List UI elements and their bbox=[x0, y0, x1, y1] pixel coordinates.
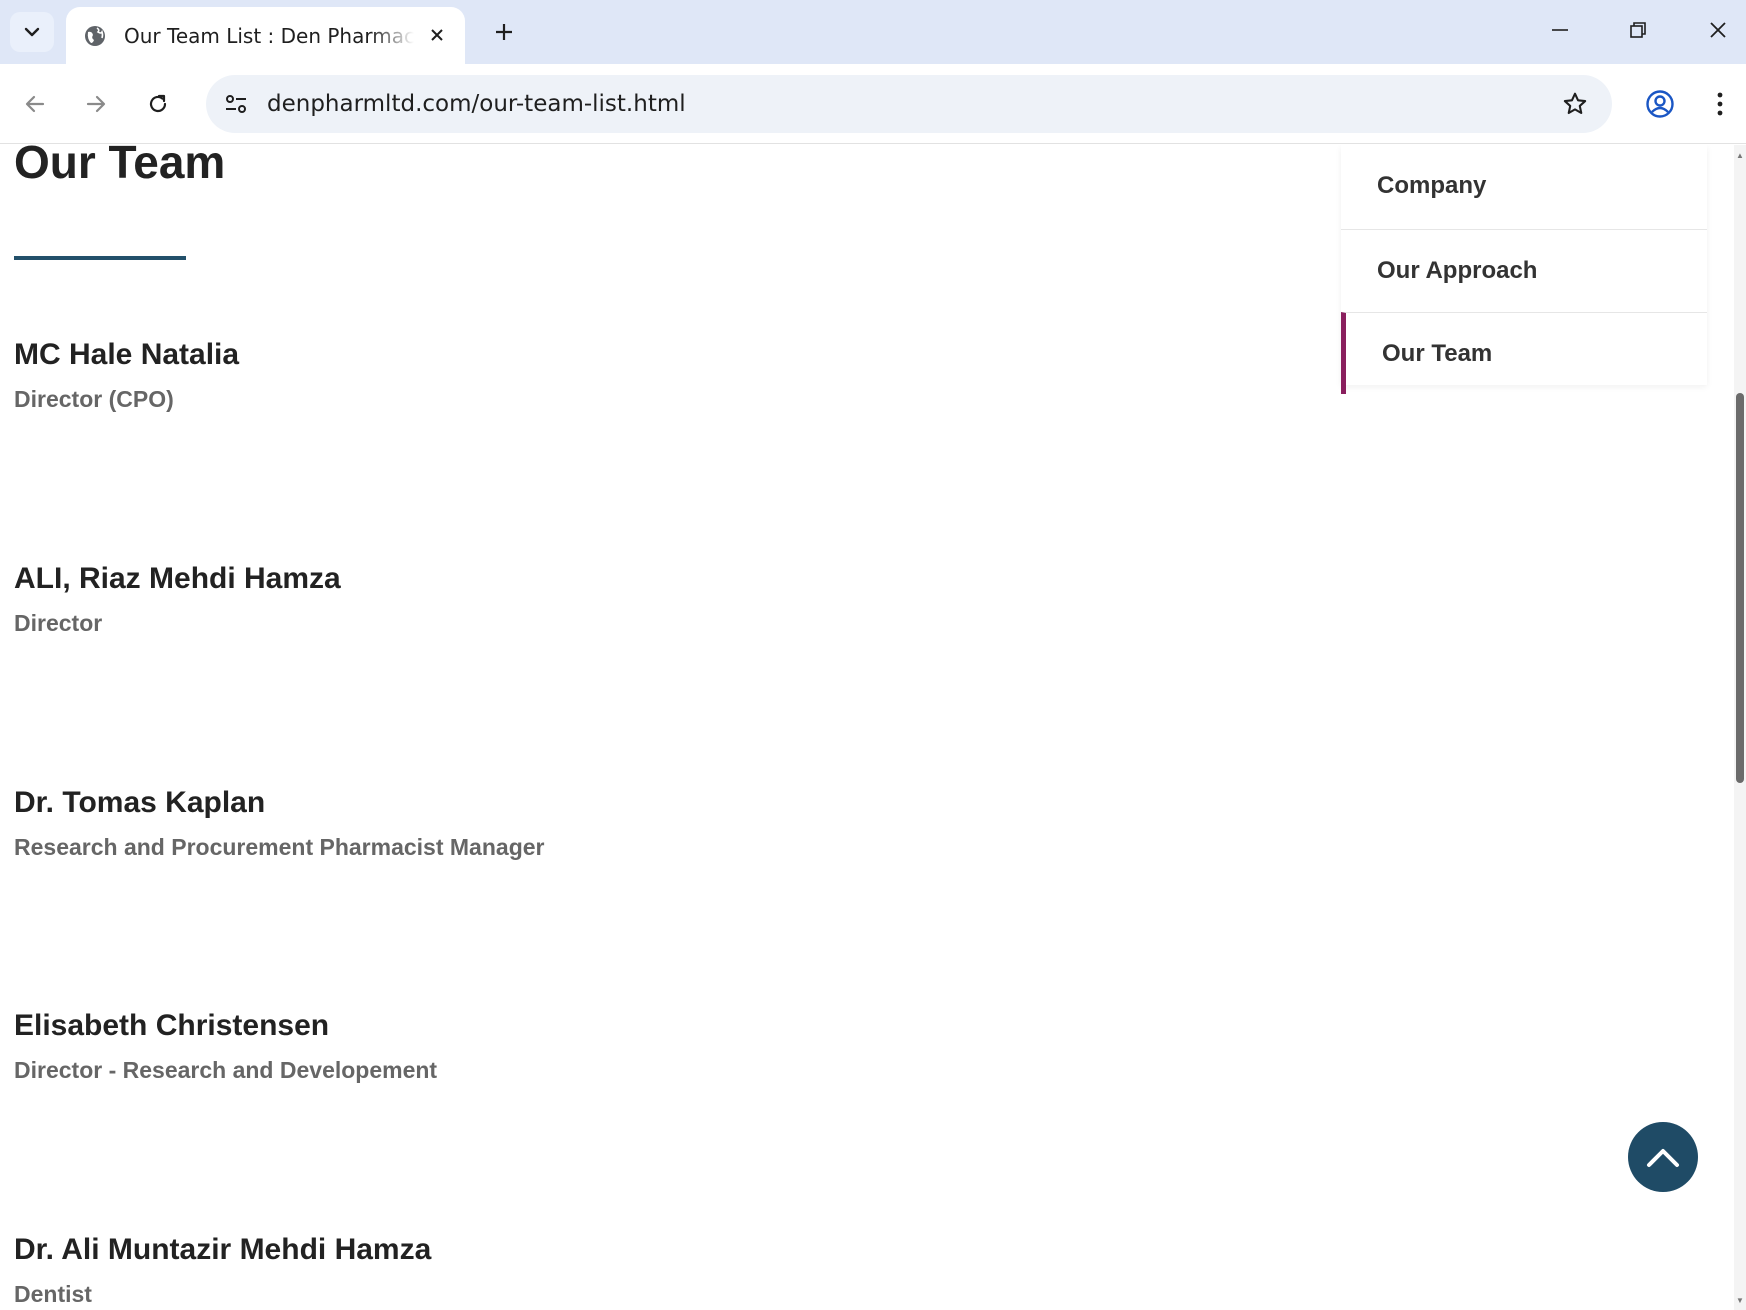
team-member: Dr. Tomas Kaplan Research and Procuremen… bbox=[14, 786, 544, 861]
sidebar-item-our-team[interactable]: Our Team bbox=[1341, 312, 1707, 394]
sidebar-item-our-approach[interactable]: Our Approach bbox=[1341, 229, 1707, 311]
tab-search-button[interactable] bbox=[10, 12, 54, 52]
tab-title: Our Team List : Den Pharmaceuticals bbox=[124, 23, 414, 48]
page-title: Our Team bbox=[14, 145, 226, 188]
chevron-up-icon bbox=[1647, 1149, 1679, 1167]
browser-toolbar: denpharmltd.com/our-team-list.html bbox=[0, 64, 1746, 144]
scroll-up-arrow-icon[interactable]: ▲ bbox=[1734, 151, 1746, 161]
member-role: Director bbox=[14, 610, 103, 636]
team-member: ALI, Riaz Mehdi Hamza Director bbox=[14, 562, 341, 637]
member-name: MC Hale Natalia bbox=[14, 338, 240, 371]
arrow-left-icon bbox=[25, 95, 45, 113]
title-underline bbox=[14, 256, 186, 260]
member-role: Director - Research and Developement bbox=[14, 1057, 438, 1083]
more-vertical-icon bbox=[1717, 92, 1723, 116]
team-member: Dr. Ali Muntazir Mehdi Hamza Dentist bbox=[14, 1233, 431, 1308]
member-name: Elisabeth Christensen bbox=[14, 1009, 330, 1042]
sidebar-item-company[interactable]: Company bbox=[1341, 145, 1707, 227]
url-text: denpharmltd.com/our-team-list.html bbox=[267, 91, 686, 117]
member-name: ALI, Riaz Mehdi Hamza bbox=[14, 562, 341, 595]
close-tab-icon[interactable] bbox=[423, 21, 451, 49]
page-viewport: Our Team MC Hale Natalia Director (CPO) … bbox=[0, 145, 1746, 1310]
scrollbar-thumb[interactable] bbox=[1736, 393, 1744, 783]
member-role: Dentist bbox=[14, 1281, 92, 1307]
profile-icon bbox=[1646, 90, 1674, 118]
about-sidebar-nav: Company Our Approach Our Team bbox=[1341, 145, 1707, 394]
globe-icon bbox=[82, 23, 108, 49]
back-to-top-button[interactable] bbox=[1628, 1122, 1698, 1192]
bookmark-star-icon[interactable] bbox=[1560, 89, 1590, 119]
minimize-icon bbox=[1552, 29, 1568, 31]
member-role: Director (CPO) bbox=[14, 386, 174, 412]
profile-button[interactable] bbox=[1640, 84, 1680, 124]
close-window-button[interactable] bbox=[1690, 8, 1746, 52]
member-name: Dr. Ali Muntazir Mehdi Hamza bbox=[14, 1233, 432, 1266]
forward-button[interactable] bbox=[76, 84, 116, 124]
chevron-down-icon bbox=[24, 27, 40, 37]
site-settings-icon[interactable] bbox=[220, 89, 252, 119]
restore-icon bbox=[1630, 22, 1646, 38]
browser-tab-active[interactable]: Our Team List : Den Pharmaceuticals bbox=[66, 7, 465, 64]
browser-tab-bar: Our Team List : Den Pharmaceuticals bbox=[0, 0, 1746, 64]
close-icon bbox=[1710, 22, 1726, 38]
reload-icon bbox=[149, 94, 167, 113]
team-member: MC Hale Natalia Director (CPO) bbox=[14, 338, 239, 413]
member-name: Dr. Tomas Kaplan bbox=[14, 786, 266, 819]
address-bar[interactable]: denpharmltd.com/our-team-list.html bbox=[206, 75, 1612, 133]
team-member: Elisabeth Christensen Director - Researc… bbox=[14, 1009, 437, 1084]
scroll-down-arrow-icon[interactable]: ▼ bbox=[1734, 1296, 1746, 1306]
member-role: Research and Procurement Pharmacist Mana… bbox=[14, 834, 545, 860]
page-scrollbar[interactable]: ▲ ▼ bbox=[1734, 145, 1746, 1310]
new-tab-button[interactable] bbox=[484, 12, 524, 52]
restore-button[interactable] bbox=[1610, 8, 1666, 52]
minimize-button[interactable] bbox=[1532, 8, 1588, 52]
browser-menu-button[interactable] bbox=[1702, 84, 1738, 124]
back-button[interactable] bbox=[15, 84, 55, 124]
plus-icon bbox=[496, 24, 512, 40]
reload-button[interactable] bbox=[138, 84, 178, 124]
arrow-right-icon bbox=[86, 95, 106, 113]
